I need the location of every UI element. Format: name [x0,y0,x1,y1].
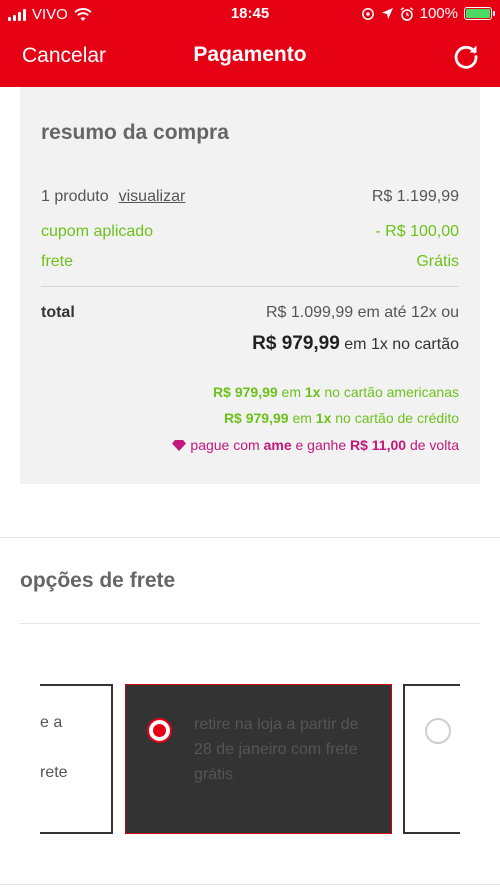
status-bar: VIVO 18:45 100% [0,0,500,28]
bottom-divider [0,884,500,885]
shipping-option-card-left[interactable]: e a rete [40,684,113,834]
promo-credit-mid: em [292,410,312,426]
promo-americanas-times: 1x [304,384,321,400]
ame-amount: R$ 11,00 [350,437,407,453]
location-icon [361,7,374,20]
installments-line: R$ 1.099,99 em até 12x ou [266,304,459,322]
total-label: total [41,304,75,321]
coupon-label: cupom aplicado [41,223,154,240]
navigation-icon [381,8,393,19]
product-price: R$ 1.199,99 [371,188,459,205]
page-title: Pagamento [193,43,307,66]
cash-price: R$ 979,99 [252,333,340,354]
left-option-line1: e a [40,714,63,731]
coupon-value: - R$ 100,00 [375,223,459,240]
shipping-label: frete [41,253,74,270]
order-summary-card: resumo da compra 1 produto visualizar R$ … [20,87,480,484]
promo-credit-tail: no cartão de crédito [335,410,459,426]
left-option-line2: rete [40,764,68,781]
view-products-link[interactable]: visualizar [119,188,186,205]
shipping-value: Grátis [416,253,459,270]
promo-credit: R$ 979,99 em 1x no cartão de crédito [224,410,459,426]
ame-tail: de volta [409,437,459,453]
nav-bar: Cancelar Pagamento [0,30,500,82]
ame-brand: ame [263,437,292,453]
radio-selected[interactable] [147,718,172,743]
promo-credit-price: R$ 979,99 [223,410,289,426]
promo-credit-times: 1x [315,410,332,426]
promo-americanas-price: R$ 979,99 [213,384,278,400]
shipping-option-store-pickup[interactable]: retire na loja a partir de 28 de janeiro… [125,684,392,834]
cash-price-line: R$ 979,99 em 1x no cartão [252,333,459,355]
store-pickup-text: retire na loja a partir de 28 de janeiro… [194,716,359,783]
product-count: 1 produto [41,188,109,205]
radio-unselected[interactable] [425,718,451,744]
promo-americanas: R$ 979,99 em 1x no cartão americanas [213,384,459,400]
product-count-group: 1 produto visualizar [41,188,185,206]
alarm-icon [400,6,414,21]
section-divider [0,537,500,538]
ame-gem-icon [172,440,187,451]
summary-title: resumo da compra [41,121,229,144]
promo-americanas-tail: no cartão americanas [324,384,459,400]
installments-text: em até 12x ou [357,304,459,321]
ame-mid: e ganhe [295,437,347,453]
ame-cashback: pague com ame e ganhe R$ 11,00 de volta [172,437,459,453]
status-right: 100% [361,5,495,22]
refresh-icon[interactable] [452,42,480,70]
battery-fill [466,9,490,18]
shipping-options-title: opções de frete [20,569,176,592]
battery-icon [464,7,495,20]
promo-americanas-mid: em [281,384,301,400]
installments-price: R$ 1.099,99 [265,304,354,321]
shipping-option-card-right[interactable] [403,684,460,834]
ame-prefix: pague com [190,437,260,453]
app-header: VIVO 18:45 100% Cancelar Pagamento [0,0,500,87]
summary-divider [41,286,459,287]
cash-text: em 1x no cartão [344,336,459,353]
battery-percent: 100% [419,5,458,22]
shipping-title-divider [20,623,480,624]
